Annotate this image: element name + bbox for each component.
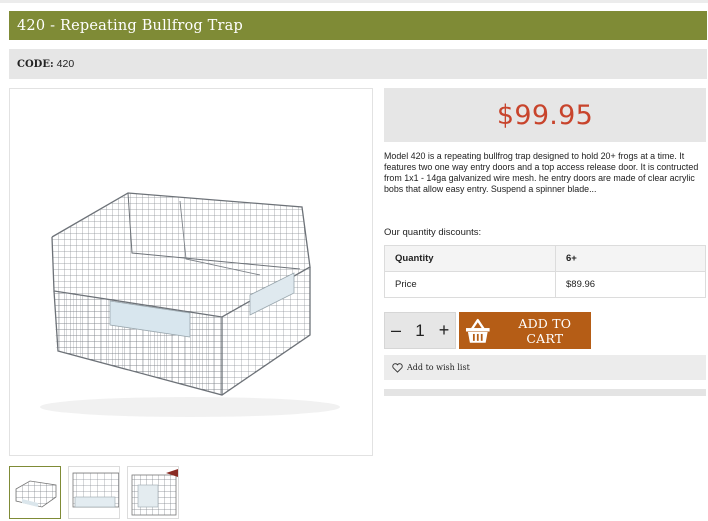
wire-cage-trap-photo: [40, 192, 340, 417]
thumbnail-1[interactable]: [9, 466, 61, 519]
table-header-quantity: Quantity: [384, 245, 556, 272]
quantity-discount-table: Quantity 6+ Price $89.96: [384, 245, 706, 298]
decrease-quantity-button[interactable]: –: [389, 320, 403, 341]
product-title: 420 - Repeating Bullfrog Trap: [9, 11, 707, 40]
table-row: Price $89.96: [384, 271, 706, 298]
wishlist-bar[interactable]: Add to wish list: [384, 355, 706, 380]
product-price: $99.95: [496, 99, 594, 131]
quantity-value[interactable]: 1: [415, 321, 424, 341]
table-cell-price-value: $89.96: [555, 271, 706, 298]
thumbnail-cage-door-icon: [131, 469, 178, 516]
heart-icon: [392, 362, 403, 373]
add-to-wishlist-link[interactable]: Add to wish list: [407, 363, 470, 372]
add-to-cart-label: ADD TO CART: [518, 315, 572, 346]
thumbnail-cage-front-icon: [72, 472, 119, 508]
code-label: CODE:: [17, 58, 54, 70]
thumbnail-3[interactable]: [127, 466, 179, 519]
thumbnail-2[interactable]: [68, 466, 120, 519]
thumbnail-strip: [9, 466, 179, 521]
product-description: Model 420 is a repeating bullfrog trap d…: [384, 151, 699, 194]
price-box: $99.95: [384, 88, 706, 142]
product-code-bar: CODE: 420: [9, 49, 707, 79]
table-cell-price-label: Price: [384, 271, 556, 298]
add-to-cart-button[interactable]: ADD TO CART: [459, 312, 591, 349]
quantity-discounts-heading: Our quantity discounts:: [384, 227, 482, 238]
table-header-row: Quantity 6+: [384, 245, 706, 272]
code-value: 420: [56, 58, 75, 70]
product-main-image[interactable]: [9, 88, 373, 456]
table-header-tier: 6+: [555, 245, 706, 272]
shopping-basket-icon: [465, 318, 490, 343]
top-divider: [0, 0, 708, 3]
increase-quantity-button[interactable]: +: [437, 320, 451, 341]
quantity-stepper[interactable]: – 1 +: [384, 312, 456, 349]
thumbnail-cage-icon: [15, 480, 57, 508]
divider-strip: [384, 389, 706, 396]
